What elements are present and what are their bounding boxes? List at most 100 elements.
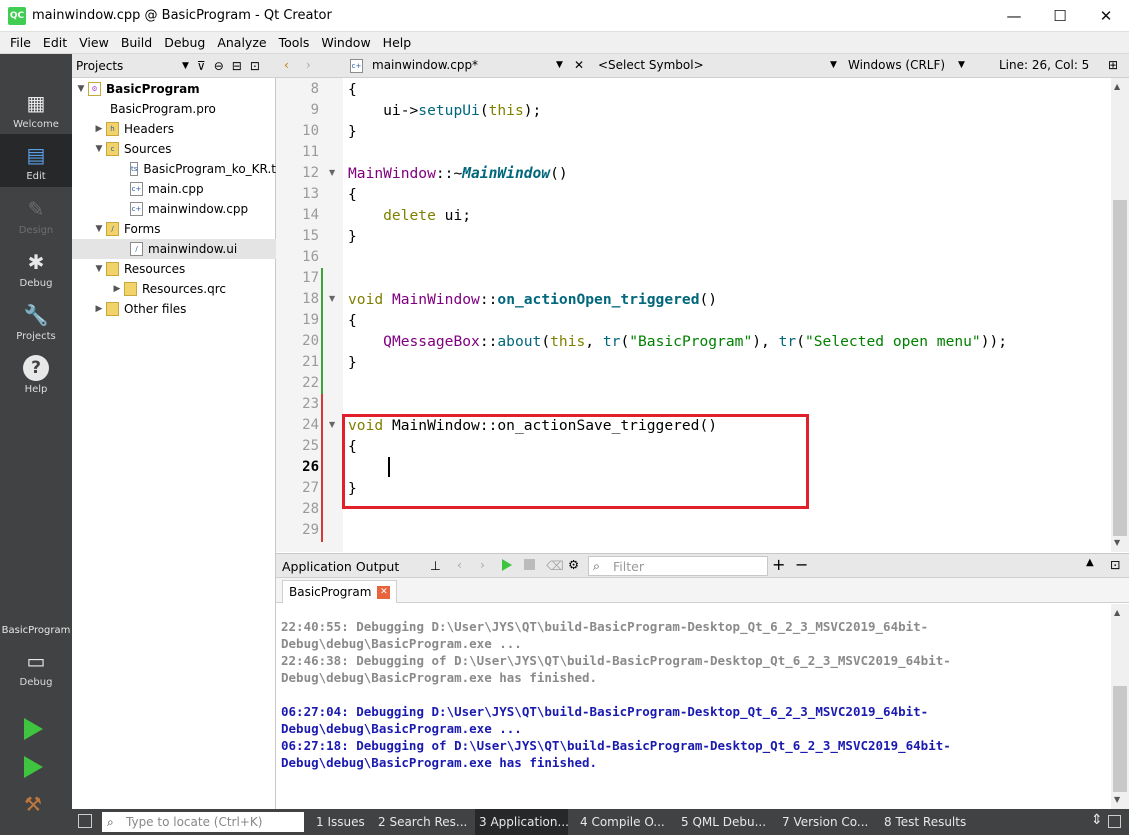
scroll-down-icon[interactable]: ▼: [1114, 538, 1120, 547]
scrollbar-thumb[interactable]: [1113, 686, 1127, 792]
pencil-icon: ✎: [27, 197, 45, 221]
chevron-down-icon[interactable]: ▼: [556, 60, 563, 70]
output-filter-field[interactable]: ⌕ Filter: [588, 556, 768, 576]
forward-arrow-icon[interactable]: ›: [306, 58, 311, 72]
progress-toggle-icon[interactable]: ⇕: [1091, 812, 1103, 828]
split-icon[interactable]: ⊟: [232, 59, 242, 73]
close-pane-icon[interactable]: ⊡: [250, 59, 260, 73]
back-arrow-icon[interactable]: ‹: [284, 58, 289, 72]
previous-icon[interactable]: ‹: [457, 557, 462, 572]
chevron-down-icon[interactable]: ▼: [74, 84, 88, 94]
debug-run-icon[interactable]: [24, 756, 43, 778]
menu-window[interactable]: Window: [315, 35, 376, 50]
mode-design[interactable]: ✎ Design: [0, 188, 72, 241]
tree-item-pro-file[interactable]: BasicProgram.pro: [72, 99, 276, 119]
chevron-down-icon[interactable]: ▼: [92, 144, 106, 154]
tree-item-other-files[interactable]: ▶ Other files: [72, 299, 276, 319]
open-document-selector[interactable]: mainwindow.cpp*: [372, 58, 478, 72]
fold-marker-icon[interactable]: ▼: [329, 168, 335, 177]
tree-item-mainwindow-ui[interactable]: / mainwindow.ui: [72, 239, 276, 259]
toggle-sidebar-icon[interactable]: [78, 814, 92, 828]
menu-tools[interactable]: Tools: [273, 35, 316, 50]
mode-help[interactable]: ? Help: [0, 347, 72, 400]
run-icon[interactable]: [24, 718, 43, 740]
menu-build[interactable]: Build: [115, 35, 158, 50]
maximize-pane-icon[interactable]: ▲: [1086, 557, 1094, 568]
pane-issues[interactable]: 1 Issues: [316, 815, 365, 829]
mode-debug[interactable]: ✱ Debug: [0, 241, 72, 294]
split-editor-icon[interactable]: ⊞: [1108, 58, 1118, 72]
menu-debug[interactable]: Debug: [158, 35, 211, 50]
rerun-icon[interactable]: [502, 559, 512, 571]
chevron-right-icon[interactable]: ▶: [110, 284, 124, 294]
mode-edit[interactable]: ▤ Edit: [0, 134, 72, 187]
tree-item-resources-qrc[interactable]: ▶ Resources.qrc: [72, 279, 276, 299]
zoom-in-icon[interactable]: +: [772, 555, 785, 574]
projects-view-selector[interactable]: Projects: [76, 59, 176, 73]
fold-marker-icon[interactable]: ▼: [329, 294, 335, 303]
kit-selector[interactable]: ▭ Debug: [0, 640, 72, 693]
tab-basicprogram[interactable]: BasicProgram ✕: [282, 580, 398, 603]
stop-icon[interactable]: [524, 559, 535, 570]
minimize-button[interactable]: —: [991, 0, 1037, 32]
tree-item-forms[interactable]: ▼ / Forms: [72, 219, 276, 239]
scroll-down-icon[interactable]: ▼: [1114, 795, 1120, 804]
menu-edit[interactable]: Edit: [37, 35, 73, 50]
code-line: }: [348, 228, 357, 245]
pane-qml-debugger[interactable]: 5 QML Debu...: [681, 815, 766, 829]
tree-item-ts-file[interactable]: ts BasicProgram_ko_KR.ts: [72, 159, 282, 179]
scroll-up-icon[interactable]: ▲: [1114, 82, 1120, 91]
mode-welcome[interactable]: ▦ Welcome: [0, 82, 72, 135]
pane-search-results[interactable]: 2 Search Res...: [378, 815, 467, 829]
symbol-selector[interactable]: <Select Symbol>: [598, 58, 704, 72]
pane-compile-output[interactable]: 4 Compile O...: [580, 815, 665, 829]
build-hammer-icon[interactable]: ⚒: [24, 792, 42, 816]
maximize-button[interactable]: ☐: [1037, 0, 1083, 32]
clear-icon[interactable]: ⌫: [546, 558, 564, 573]
link-icon[interactable]: ⊖: [214, 59, 224, 73]
close-tab-icon[interactable]: ✕: [377, 585, 391, 599]
chevron-down-icon[interactable]: ▼: [92, 224, 106, 234]
line-ending-selector[interactable]: Windows (CRLF): [848, 58, 945, 72]
application-output[interactable]: 22:40:55: Debugging D:\User\JYS\QT\build…: [276, 604, 1111, 809]
tree-item-main-cpp[interactable]: c+ main.cpp: [72, 179, 276, 199]
tree-item-headers[interactable]: ▶ h Headers: [72, 119, 276, 139]
pane-application-output[interactable]: 3 Application...: [479, 815, 569, 829]
attach-icon[interactable]: ⊥: [430, 558, 441, 573]
tree-item-basicprogram[interactable]: ▼ ⚙ BasicProgram: [72, 79, 276, 99]
chevron-down-icon[interactable]: ▼: [182, 61, 189, 71]
project-icon: ⚙: [88, 82, 101, 96]
window-title: mainwindow.cpp @ BasicProgram - Qt Creat…: [32, 8, 332, 23]
tree-item-resources[interactable]: ▼ Resources: [72, 259, 276, 279]
pane-version-control[interactable]: 7 Version Co...: [782, 815, 868, 829]
toggle-right-sidebar-icon[interactable]: [1108, 815, 1121, 828]
close-button[interactable]: ✕: [1083, 0, 1129, 32]
chevron-right-icon[interactable]: ▶: [92, 124, 106, 134]
scrollbar-thumb[interactable]: [1113, 200, 1127, 536]
chevron-down-icon[interactable]: ▼: [958, 60, 965, 70]
filter-icon[interactable]: ⊽: [197, 59, 206, 73]
settings-gear-icon[interactable]: ⚙: [568, 557, 579, 572]
tree-item-sources[interactable]: ▼ c Sources: [72, 139, 276, 159]
zoom-out-icon[interactable]: −: [795, 555, 808, 574]
mode-projects[interactable]: 🔧 Projects: [0, 294, 72, 347]
menu-file[interactable]: File: [4, 35, 37, 50]
cursor-position[interactable]: Line: 26, Col: 5: [999, 58, 1089, 72]
menu-help[interactable]: Help: [377, 35, 418, 50]
editor-scrollbar[interactable]: ▲ ▼: [1111, 78, 1129, 552]
pane-test-results[interactable]: 8 Test Results: [884, 815, 966, 829]
close-document-icon[interactable]: ✕: [574, 58, 584, 72]
output-pane-toolbar: Application Output ⊥ ‹ › ⌫ ⚙ ⌕ Filter + …: [276, 553, 1129, 578]
locator-input[interactable]: ⌕ Type to locate (Ctrl+K): [102, 812, 304, 832]
next-icon[interactable]: ›: [480, 557, 485, 572]
chevron-right-icon[interactable]: ▶: [92, 304, 106, 314]
menu-view[interactable]: View: [73, 35, 115, 50]
menu-analyze[interactable]: Analyze: [211, 35, 272, 50]
chevron-down-icon[interactable]: ▼: [92, 264, 106, 274]
tree-item-mainwindow-cpp[interactable]: c+ mainwindow.cpp: [72, 199, 276, 219]
output-scrollbar[interactable]: ▲ ▼: [1111, 604, 1129, 809]
fold-marker-icon[interactable]: ▼: [329, 420, 335, 429]
chevron-down-icon[interactable]: ▼: [830, 60, 837, 70]
scroll-up-icon[interactable]: ▲: [1114, 608, 1120, 617]
close-pane-icon[interactable]: ⊡: [1110, 557, 1120, 572]
